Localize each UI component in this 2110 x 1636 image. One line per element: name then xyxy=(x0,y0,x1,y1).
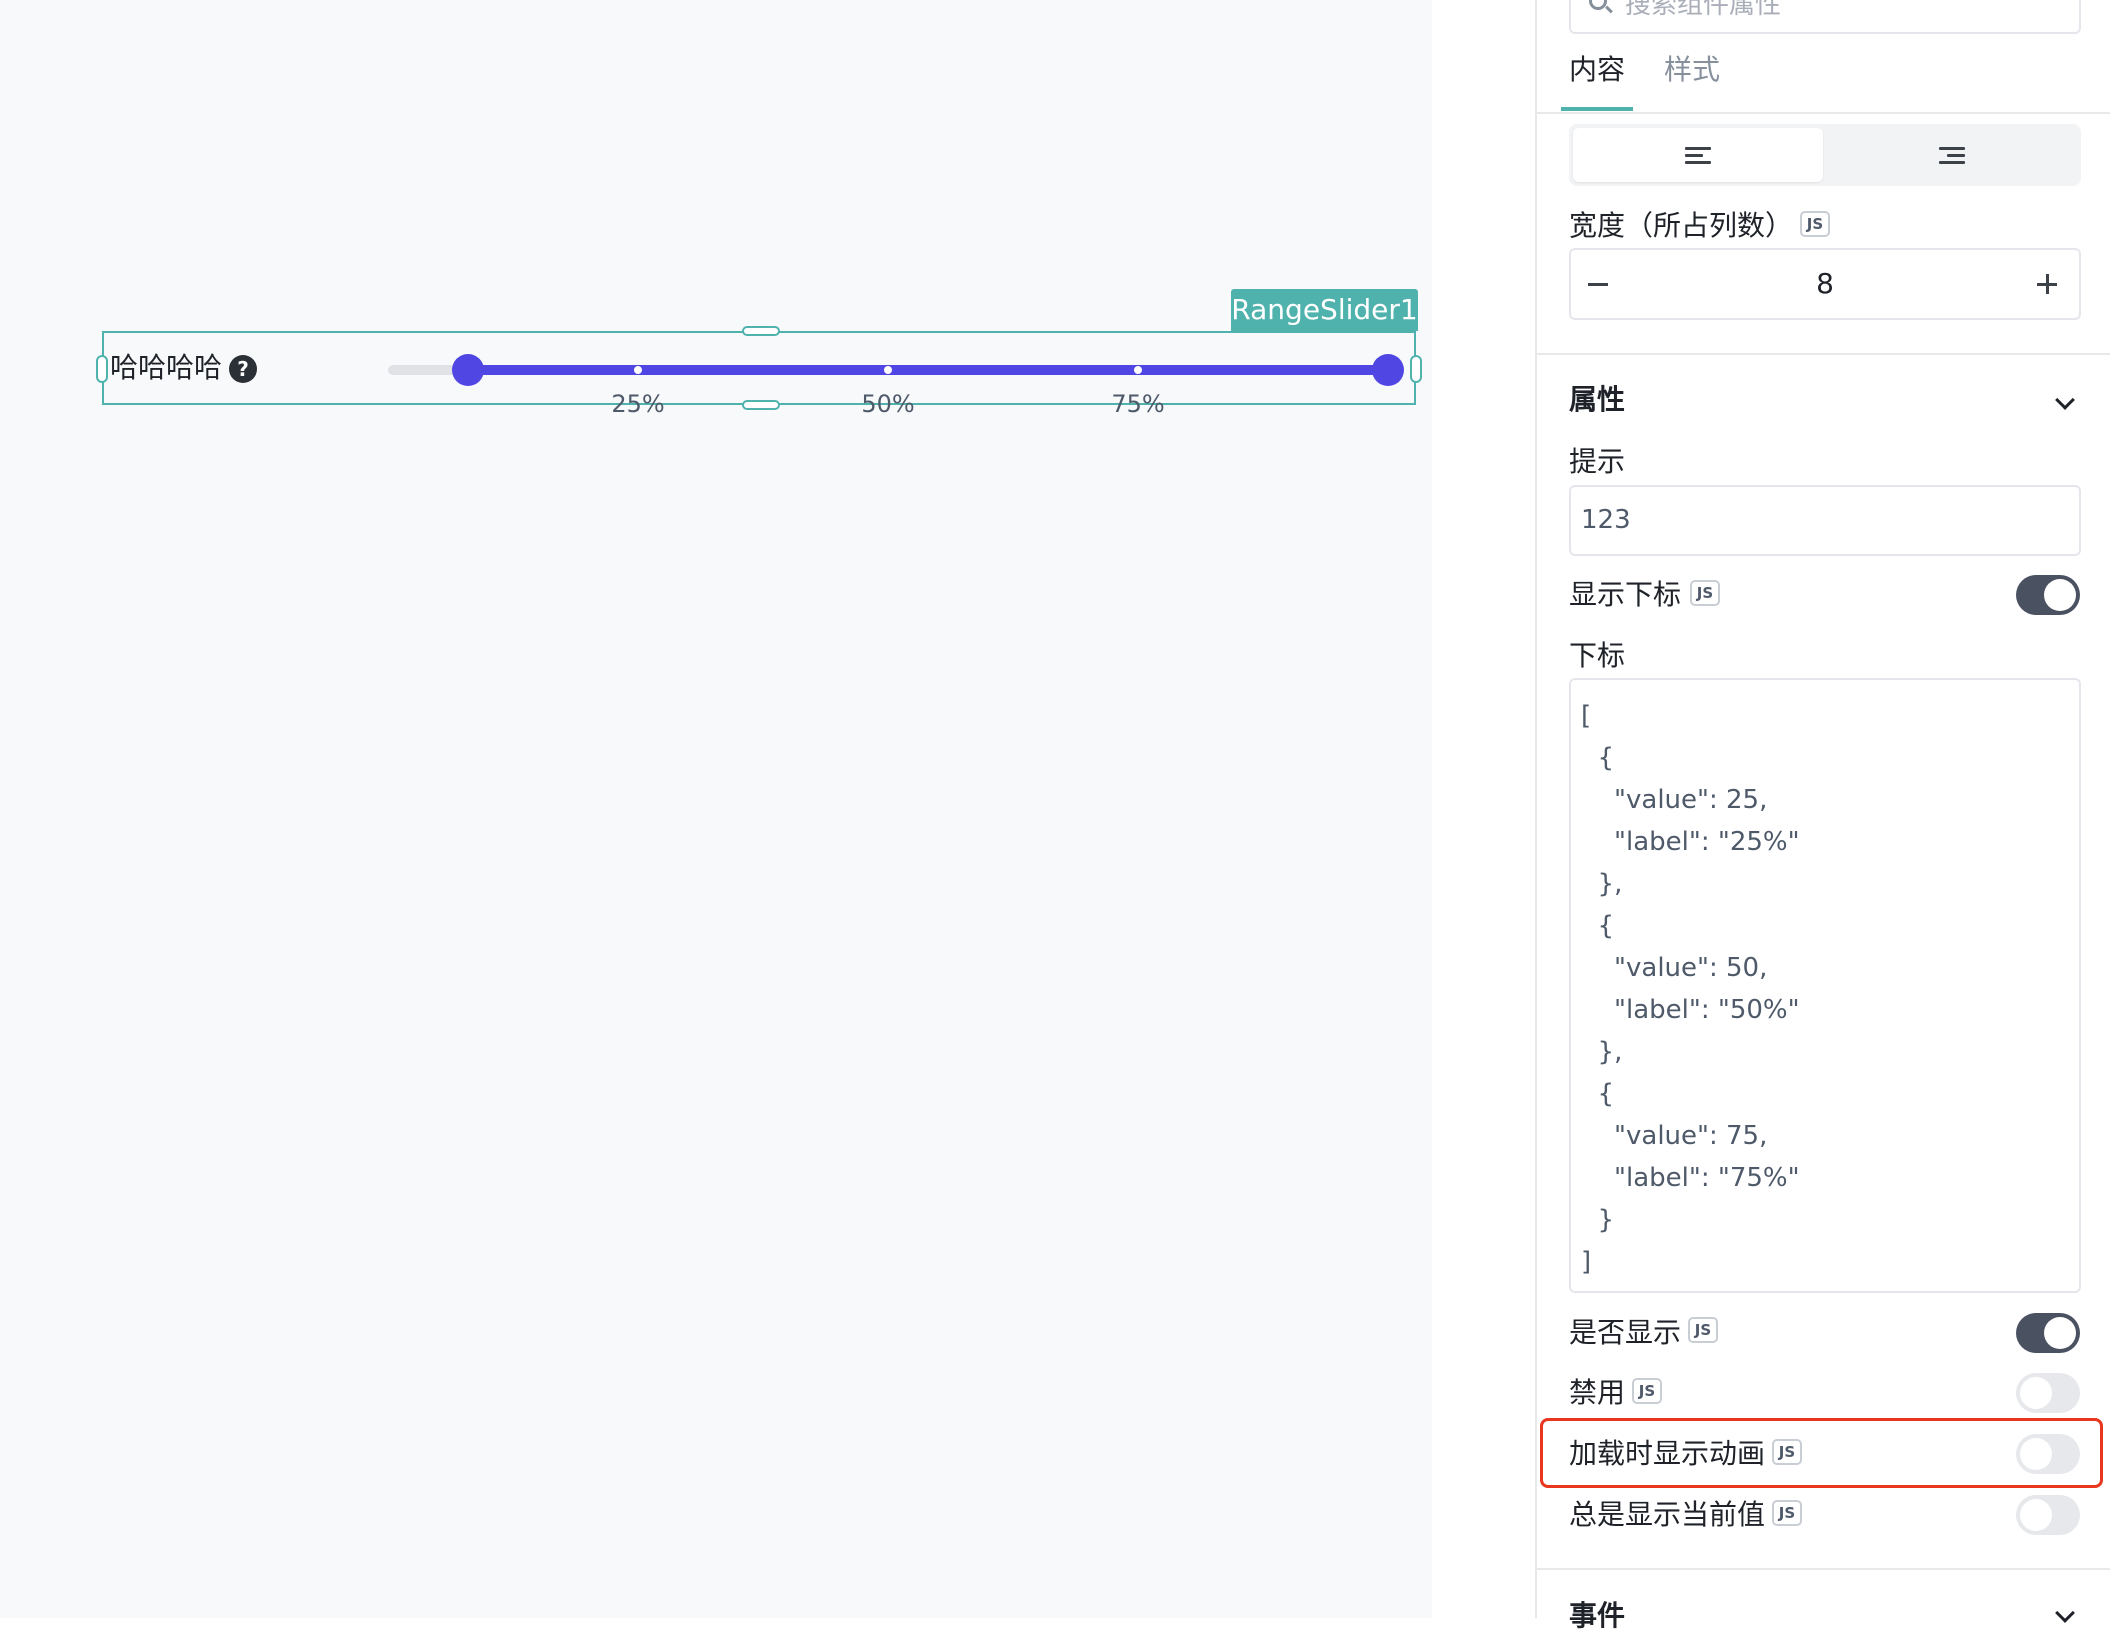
code-line: "label": "50%" xyxy=(1581,995,1800,1025)
align-left-button[interactable] xyxy=(1573,128,1823,182)
width-js-toggle[interactable]: JS xyxy=(1800,211,1830,237)
tooltip-input-value: 123 xyxy=(1581,505,1631,535)
align-right-icon xyxy=(1939,147,1965,165)
show-marks-switch[interactable] xyxy=(2016,575,2080,615)
code-line: }, xyxy=(1581,869,1623,899)
search-placeholder: 搜索组件属性 xyxy=(1625,0,1782,20)
slider-mark-dot xyxy=(1134,366,1142,374)
show-marks-label: 显示下标 xyxy=(1569,578,1682,611)
tooltip-input[interactable] xyxy=(1569,485,2081,556)
visible-js-toggle[interactable]: JS xyxy=(1688,1317,1718,1343)
slider-mark-label: 25% xyxy=(611,390,665,418)
slider-mark-dot xyxy=(634,366,642,374)
code-line: "value": 75, xyxy=(1581,1121,1768,1151)
slider-mark-dot xyxy=(884,366,892,374)
align-right-button[interactable] xyxy=(1827,128,2077,182)
active-tab-indicator xyxy=(1561,107,1633,111)
align-left-icon xyxy=(1685,147,1711,165)
code-line: }, xyxy=(1581,1037,1623,1067)
code-line: "value": 25, xyxy=(1581,785,1768,815)
resize-handle-top[interactable] xyxy=(742,326,780,336)
tab-content[interactable]: 内容 xyxy=(1569,50,1625,90)
disabled-js-toggle[interactable]: JS xyxy=(1632,1378,1662,1404)
loading-animation-switch[interactable] xyxy=(2016,1434,2080,1474)
help-icon[interactable]: ? xyxy=(229,355,257,383)
resize-handle-left[interactable] xyxy=(96,355,108,383)
always-show-value-js-toggle[interactable]: JS xyxy=(1772,1500,1802,1526)
resize-handle-right[interactable] xyxy=(1410,355,1422,383)
events-section-title[interactable]: 事件 xyxy=(1569,1596,1625,1636)
slider-mark-label: 50% xyxy=(861,390,915,418)
visible-switch[interactable] xyxy=(2016,1313,2080,1353)
section-divider-events xyxy=(1537,1568,2110,1570)
tooltip-label: 提示 xyxy=(1569,445,1626,478)
component-name-tag[interactable]: RangeSlider1 xyxy=(1231,289,1418,331)
editor-canvas xyxy=(0,0,1432,1618)
disabled-label: 禁用 xyxy=(1569,1376,1626,1409)
always-show-value-switch[interactable] xyxy=(2016,1495,2080,1535)
code-line: { xyxy=(1581,1079,1615,1109)
code-line: "label": "75%" xyxy=(1581,1163,1800,1193)
code-line: "value": 50, xyxy=(1581,953,1768,983)
slider-mark-label: 75% xyxy=(1111,390,1165,418)
marks-label: 下标 xyxy=(1569,639,1626,672)
slider-track-range[interactable] xyxy=(468,365,1388,375)
visible-label: 是否显示 xyxy=(1569,1316,1682,1349)
tabs-divider xyxy=(1537,112,2110,114)
slider-thumb-end[interactable] xyxy=(1372,354,1404,386)
code-line: "label": "25%" xyxy=(1581,827,1800,857)
width-value[interactable]: 8 xyxy=(1569,264,2081,304)
slider-thumb-start[interactable] xyxy=(452,354,484,386)
width-label: 宽度（所占列数） xyxy=(1569,209,1794,242)
code-line: { xyxy=(1581,743,1615,773)
code-line: } xyxy=(1581,1205,1615,1235)
properties-section-title[interactable]: 属性 xyxy=(1569,380,1625,420)
increment-icon-vertical xyxy=(2046,274,2049,294)
label-align-segmented xyxy=(1569,124,2081,186)
tab-style[interactable]: 样式 xyxy=(1664,50,1720,90)
code-line: ] xyxy=(1581,1247,1592,1277)
code-line: { xyxy=(1581,911,1615,941)
always-show-value-label: 总是显示当前值 xyxy=(1569,1498,1766,1531)
section-divider xyxy=(1537,353,2110,355)
disabled-switch[interactable] xyxy=(2016,1373,2080,1413)
resize-handle-bottom[interactable] xyxy=(742,400,780,410)
loading-animation-label: 加载时显示动画 xyxy=(1569,1437,1766,1470)
loading-animation-js-toggle[interactable]: JS xyxy=(1772,1439,1802,1465)
show-marks-js-toggle[interactable]: JS xyxy=(1690,580,1720,606)
slider-field-label: 哈哈哈哈 xyxy=(110,351,223,384)
code-line: [ xyxy=(1581,701,1592,731)
